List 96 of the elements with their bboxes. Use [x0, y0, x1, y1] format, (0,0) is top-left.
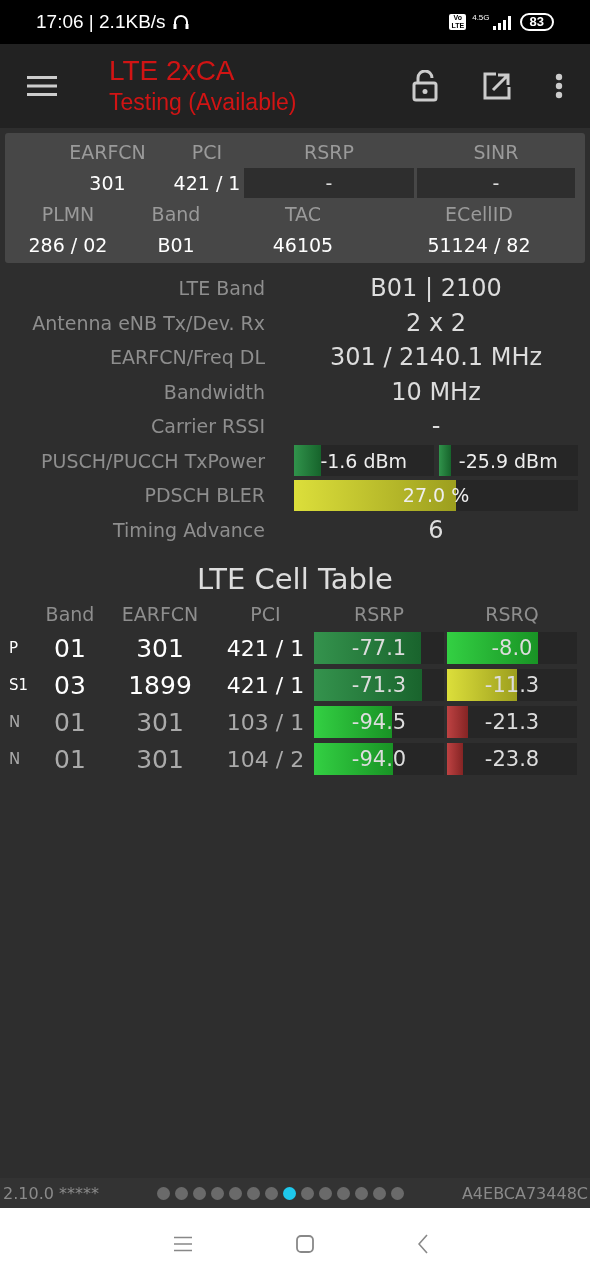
- page-dot[interactable]: [336, 1186, 350, 1200]
- field-label: SINR: [472, 140, 520, 165]
- menu-icon: [27, 75, 57, 97]
- more-icon: [555, 73, 563, 99]
- field-label: RSRP: [303, 140, 355, 165]
- headphones-icon: [171, 13, 190, 31]
- column-header: RSRP: [353, 602, 405, 627]
- page-dot[interactable]: [354, 1186, 368, 1200]
- detail-label: PDSCH BLER: [143, 483, 265, 508]
- column-header: PCI: [249, 602, 282, 627]
- page-dot[interactable]: [318, 1186, 332, 1200]
- meter-value: -1.6 dBm: [319, 449, 409, 472]
- field-label: PCI: [190, 140, 224, 165]
- recents-button[interactable]: [174, 1236, 192, 1252]
- page-dot[interactable]: [264, 1186, 278, 1200]
- field-value: 301: [88, 171, 127, 196]
- table-cell-text: 103 / 1: [225, 709, 306, 735]
- menu-button[interactable]: [27, 75, 57, 97]
- home-button[interactable]: [296, 1235, 314, 1253]
- meter-value: -8.0: [490, 636, 534, 660]
- field-label: Band: [150, 202, 202, 227]
- detail-value: B01 | 2100: [369, 273, 503, 305]
- field-value: 46105: [271, 233, 335, 258]
- cell-type: N: [8, 750, 22, 768]
- field-label: ECellID: [444, 202, 514, 227]
- meter-value: -23.8: [483, 747, 541, 771]
- page-dot[interactable]: [174, 1186, 188, 1200]
- square-icon: [296, 1235, 314, 1253]
- cell-type: P: [8, 639, 20, 657]
- column-header: RSRQ: [484, 602, 540, 627]
- field-label: TAC: [283, 202, 323, 227]
- page-dot[interactable]: [390, 1186, 404, 1200]
- detail-value: -: [430, 411, 442, 443]
- detail-value: 10 MHz: [390, 376, 482, 408]
- cell-type: N: [8, 713, 22, 731]
- page-dot[interactable]: [246, 1186, 260, 1200]
- open-external-button[interactable]: [483, 72, 511, 100]
- back-icon: [418, 1234, 428, 1254]
- table-cell-text: 01: [53, 744, 87, 774]
- field-label: EARFCN: [68, 140, 147, 165]
- table-cell-text: 01: [53, 707, 87, 737]
- table-cell-text: 301: [135, 744, 185, 774]
- detail-label: Bandwidth: [162, 379, 265, 405]
- field-value: 51124 / 82: [426, 233, 532, 258]
- detail-label: Antenna eNB Tx/Dev. Rx: [31, 310, 265, 336]
- table-title: LTE Cell Table: [196, 561, 394, 598]
- page-dot[interactable]: [228, 1186, 242, 1200]
- table-cell-text: 1899: [127, 670, 193, 700]
- table-cell-text: 301: [135, 633, 185, 663]
- meter-value: -21.3: [483, 710, 541, 734]
- table-cell-text: 301: [135, 707, 185, 737]
- network-type: 4.5G: [472, 14, 490, 22]
- back-button[interactable]: [418, 1234, 428, 1254]
- table-cell-text: 421 / 1: [225, 635, 306, 661]
- page-dot[interactable]: [372, 1186, 386, 1200]
- page-dot[interactable]: [192, 1186, 206, 1200]
- detail-value: 6: [427, 514, 445, 546]
- detail-label: Timing Advance: [111, 517, 265, 543]
- device-id: A4EBCA73448C: [461, 1183, 588, 1203]
- meter-value: -71.3: [350, 673, 408, 697]
- table-cell-text: 421 / 1: [225, 672, 306, 698]
- cell-type: S1: [8, 676, 30, 694]
- field-label: PLMN: [40, 202, 96, 227]
- app-title: LTE 2xCA: [109, 55, 236, 87]
- detail-label: PUSCH/PUCCH TxPower: [40, 448, 265, 474]
- column-header: EARFCN: [120, 602, 200, 627]
- detail-value: 2 x 2: [405, 307, 467, 339]
- detail-label: EARFCN/Freq DL: [109, 345, 265, 370]
- status-time: 17:06 | 2.1KB/s: [36, 11, 166, 33]
- detail-label: Carrier RSSI: [150, 414, 265, 439]
- column-header: Band: [44, 602, 96, 627]
- value-field: -: [244, 168, 414, 198]
- battery-indicator: 83: [519, 13, 554, 31]
- page-dot[interactable]: [156, 1186, 170, 1200]
- table-cell-text: 104 / 2: [225, 746, 306, 772]
- meter-value: -25.9 dBm: [457, 449, 559, 472]
- table-cell-text: 03: [53, 670, 87, 700]
- field-value: 286 / 02: [27, 233, 109, 258]
- page-dot[interactable]: [210, 1186, 224, 1200]
- signal-icon: [491, 14, 514, 30]
- value-field: -: [417, 168, 575, 198]
- field-value: 421 / 1: [173, 171, 241, 196]
- app-subtitle: Testing (Available): [109, 88, 298, 117]
- detail-value: 301 / 2140.1 MHz: [328, 342, 544, 374]
- menu-icon: [174, 1236, 192, 1252]
- meter-value: -77.1: [350, 636, 408, 660]
- detail-label: LTE Band: [177, 276, 265, 301]
- version-label: 2.10.0 *****: [3, 1183, 99, 1203]
- padlock-icon: [412, 70, 438, 102]
- lock-button[interactable]: [412, 70, 438, 102]
- table-cell-text: 01: [53, 633, 87, 663]
- external-link-icon: [483, 72, 511, 100]
- page-dot[interactable]: [300, 1186, 314, 1200]
- field-value: B01: [156, 233, 196, 258]
- page-dot[interactable]: [282, 1186, 296, 1200]
- more-options-button[interactable]: [555, 73, 563, 99]
